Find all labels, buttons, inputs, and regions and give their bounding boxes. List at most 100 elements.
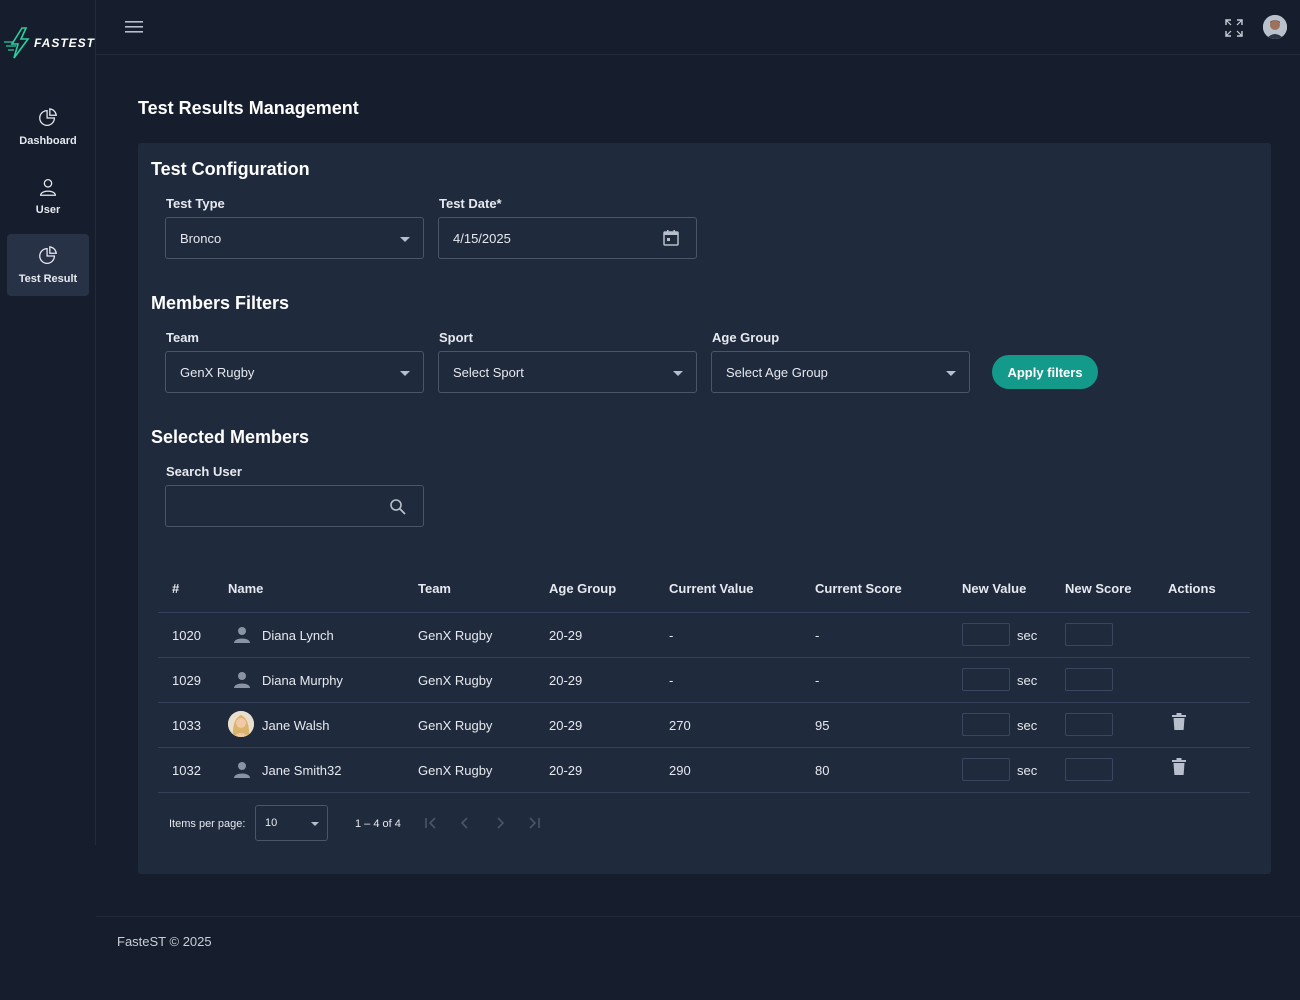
test-date-label: Test Date*: [439, 196, 502, 211]
cell-current-score: 95: [815, 718, 830, 733]
apply-filters-button[interactable]: Apply filters: [992, 355, 1098, 389]
cell-current-value: -: [669, 628, 674, 643]
sidebar-item-label: Dashboard: [19, 135, 77, 147]
app-logo[interactable]: FASTEST: [4, 26, 96, 60]
footer-text: FasteST © 2025: [117, 934, 212, 949]
new-score-input[interactable]: [1065, 758, 1113, 781]
page-size-value: 10: [265, 817, 278, 829]
column-header-new-score: New Score: [1065, 581, 1132, 596]
cell-current-value: 270: [669, 718, 691, 733]
cell-age-group: 20-29: [549, 673, 583, 688]
page-size-select[interactable]: 10: [255, 805, 328, 841]
cell-team: GenX Rugby: [418, 718, 493, 733]
calendar-icon[interactable]: [662, 229, 680, 247]
cell-current-score: -: [815, 628, 820, 643]
cell-current-score: 80: [815, 763, 830, 778]
fullscreen-icon[interactable]: [1225, 19, 1243, 37]
lightning-logo-icon: [4, 27, 30, 59]
chevron-down-icon: [400, 371, 410, 376]
person-icon: [234, 672, 250, 688]
search-input[interactable]: [165, 485, 424, 527]
table-header: # Name Team Age Group Current Value Curr…: [158, 565, 1250, 613]
team-value: GenX Rugby: [180, 365, 255, 380]
cell-age-group: 20-29: [549, 628, 583, 643]
new-value-input[interactable]: [962, 668, 1010, 691]
new-score-input[interactable]: [1065, 623, 1113, 646]
logo-text: FASTEST: [34, 36, 96, 50]
test-configuration-title: Test Configuration: [151, 159, 310, 179]
new-score-input[interactable]: [1065, 713, 1113, 736]
avatar: [228, 711, 254, 737]
cell-team: GenX Rugby: [418, 763, 493, 778]
table-row: 1020 Diana Lynch GenX Rugby 20-29 - - se…: [158, 613, 1250, 658]
search-icon[interactable]: [389, 498, 407, 516]
cell-name: Jane Walsh: [262, 718, 330, 733]
cell-name: Jane Smith32: [262, 763, 342, 778]
column-header-name: Name: [228, 581, 264, 596]
avatar-image: [228, 711, 254, 737]
previous-page-icon[interactable]: [457, 815, 473, 831]
cell-current-score: -: [815, 673, 820, 688]
cell-id: 1033: [172, 718, 201, 733]
members-filters-title: Members Filters: [151, 293, 290, 313]
age-group-value: Select Age Group: [726, 365, 828, 380]
cell-team: GenX Rugby: [418, 628, 493, 643]
page-range-label: 1 – 4 of 4: [355, 818, 401, 830]
trash-icon[interactable]: [1171, 713, 1187, 731]
chevron-down-icon: [311, 822, 319, 826]
new-value-input[interactable]: [962, 623, 1010, 646]
sport-select[interactable]: Select Sport: [438, 351, 697, 393]
selected-members-title: Selected Members: [151, 427, 310, 447]
age-group-select[interactable]: Select Age Group: [711, 351, 970, 393]
cell-name: Diana Murphy: [262, 673, 343, 688]
sidebar-item-test-result[interactable]: Test Result: [7, 234, 89, 296]
cell-id: 1020: [172, 628, 201, 643]
cell-team: GenX Rugby: [418, 673, 493, 688]
trash-icon[interactable]: [1171, 758, 1187, 776]
test-date-value: 4/15/2025: [453, 231, 511, 246]
pie-chart-icon: [39, 246, 57, 264]
footer-divider: [96, 916, 1300, 917]
sport-label: Sport: [439, 330, 473, 345]
new-score-input[interactable]: [1065, 668, 1113, 691]
topbar: [96, 0, 1300, 55]
chevron-down-icon: [673, 371, 683, 376]
cell-current-value: 290: [669, 763, 691, 778]
test-date-field[interactable]: 4/15/2025: [438, 217, 697, 259]
column-header-current-value: Current Value: [669, 581, 754, 596]
hamburger-icon[interactable]: [125, 20, 143, 34]
last-page-icon[interactable]: [526, 815, 542, 831]
sidebar-item-label: Test Result: [18, 273, 78, 285]
table-row: 1033 Jane Walsh GenX Rugby 20-29 270 95 …: [158, 703, 1250, 748]
sport-value: Select Sport: [453, 365, 524, 380]
sidebar-item-user[interactable]: User: [7, 165, 89, 227]
test-results-card: Test Configuration Test Type Bronco Test…: [138, 143, 1271, 874]
test-type-select[interactable]: Bronco: [165, 217, 424, 259]
person-icon: [234, 762, 250, 778]
column-header-new-value: New Value: [962, 581, 1027, 596]
test-type-value: Bronco: [180, 231, 222, 246]
user-icon: [40, 179, 56, 196]
first-page-icon[interactable]: [423, 815, 439, 831]
user-avatar[interactable]: [1263, 15, 1287, 39]
column-header-actions: Actions: [1168, 581, 1216, 596]
column-header-current-score: Current Score: [815, 581, 902, 596]
cell-current-value: -: [669, 673, 674, 688]
sidebar-item-dashboard[interactable]: Dashboard: [7, 96, 89, 158]
unit-label: sec: [1017, 673, 1038, 688]
new-value-input[interactable]: [962, 713, 1010, 736]
sidebar-item-label: User: [35, 204, 61, 216]
table-row: 1032 Jane Smith32 GenX Rugby 20-29 290 8…: [158, 748, 1250, 793]
next-page-icon[interactable]: [492, 815, 508, 831]
avatar-image: [1263, 15, 1287, 39]
unit-label: sec: [1017, 628, 1038, 643]
column-header-age-group: Age Group: [549, 581, 617, 596]
unit-label: sec: [1017, 763, 1038, 778]
column-header-id: #: [172, 581, 180, 596]
page-title: Test Results Management: [138, 98, 359, 118]
table-row: 1029 Diana Murphy GenX Rugby 20-29 - - s…: [158, 658, 1250, 703]
team-label: Team: [166, 330, 199, 345]
cell-name: Diana Lynch: [262, 628, 334, 643]
new-value-input[interactable]: [962, 758, 1010, 781]
team-select[interactable]: GenX Rugby: [165, 351, 424, 393]
